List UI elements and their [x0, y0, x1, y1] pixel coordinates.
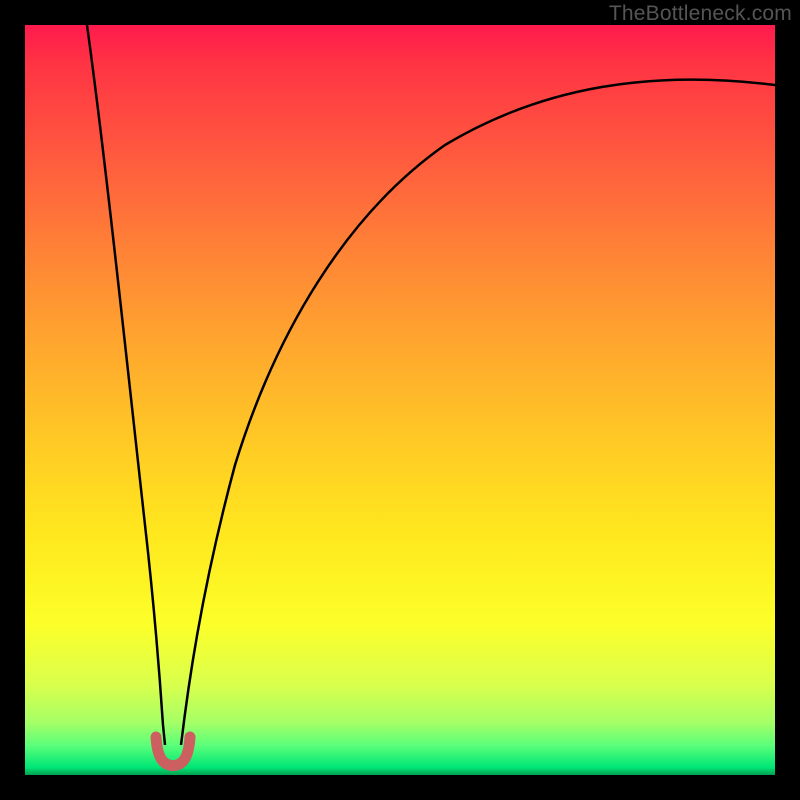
curve-right-branch: [181, 80, 775, 745]
watermark-text: TheBottleneck.com: [609, 2, 792, 26]
plot-area: [25, 25, 775, 775]
optimal-marker: [156, 737, 190, 766]
curve-left-branch: [87, 25, 165, 745]
curve-layer: [25, 25, 775, 775]
bottleneck-chart: TheBottleneck.com: [0, 0, 800, 800]
